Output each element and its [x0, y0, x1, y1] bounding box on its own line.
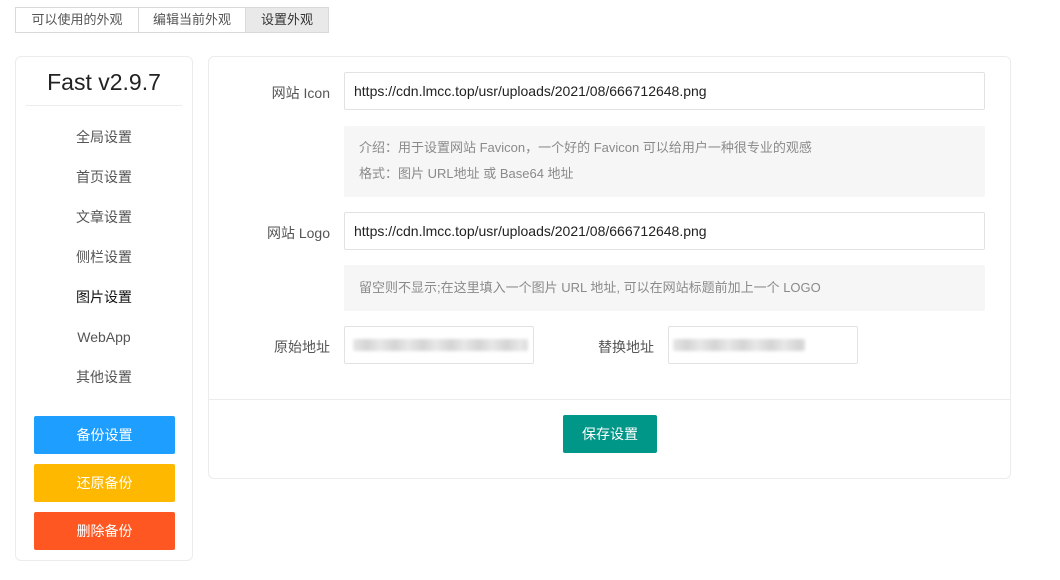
tab-edit-current-theme[interactable]: 编辑当前外观: [138, 7, 246, 33]
sidebar-item-global[interactable]: 全局设置: [16, 117, 192, 157]
site-logo-hint: 留空则不显示;在这里填入一个图片 URL 地址, 可以在网站标题前加上一个 LO…: [344, 265, 985, 311]
image-settings-panel: 网站 Icon 介绍：用于设置网站 Favicon，一个好的 Favicon 可…: [208, 56, 1011, 479]
sidebar-item-article[interactable]: 文章设置: [16, 197, 192, 237]
site-icon-input[interactable]: [344, 72, 985, 110]
delete-backup-button[interactable]: 删除备份: [34, 512, 175, 550]
restore-backup-button[interactable]: 还原备份: [34, 464, 175, 502]
redacted-text: [353, 339, 528, 351]
sidebar-item-home[interactable]: 首页设置: [16, 157, 192, 197]
save-settings-button[interactable]: 保存设置: [563, 415, 657, 453]
site-icon-hint-intro: 介绍：用于设置网站 Favicon，一个好的 Favicon 可以给用户一种很专…: [359, 140, 812, 155]
redacted-text: [673, 339, 805, 351]
site-icon-hint: 介绍：用于设置网站 Favicon，一个好的 Favicon 可以给用户一种很专…: [344, 126, 985, 197]
site-logo-input[interactable]: [344, 212, 985, 250]
panel-divider: [209, 399, 1010, 400]
origin-address-label: 原始地址: [274, 339, 330, 355]
appearance-tabs: 可以使用的外观 编辑当前外观 设置外观: [15, 7, 329, 33]
theme-title: Fast v2.9.7: [26, 57, 182, 106]
replace-address-label: 替换地址: [598, 339, 654, 355]
tab-available-themes[interactable]: 可以使用的外观: [15, 7, 139, 33]
site-icon-hint-format: 格式：图片 URL地址 或 Base64 地址: [359, 166, 574, 181]
settings-sidebar: Fast v2.9.7 全局设置 首页设置 文章设置 侧栏设置 图片设置 Web…: [15, 56, 193, 561]
sidebar-item-other[interactable]: 其他设置: [16, 357, 192, 397]
site-logo-label: 网站 Logo: [266, 225, 330, 241]
tab-theme-settings[interactable]: 设置外观: [245, 7, 329, 33]
origin-address-input[interactable]: [344, 326, 534, 364]
backup-settings-button[interactable]: 备份设置: [34, 416, 175, 454]
sidebar-item-webapp[interactable]: WebApp: [16, 317, 192, 357]
site-icon-label: 网站 Icon: [271, 85, 330, 101]
sidebar-item-sidebar[interactable]: 侧栏设置: [16, 237, 192, 277]
replace-address-input[interactable]: [668, 326, 858, 364]
sidebar-item-image[interactable]: 图片设置: [16, 277, 192, 317]
